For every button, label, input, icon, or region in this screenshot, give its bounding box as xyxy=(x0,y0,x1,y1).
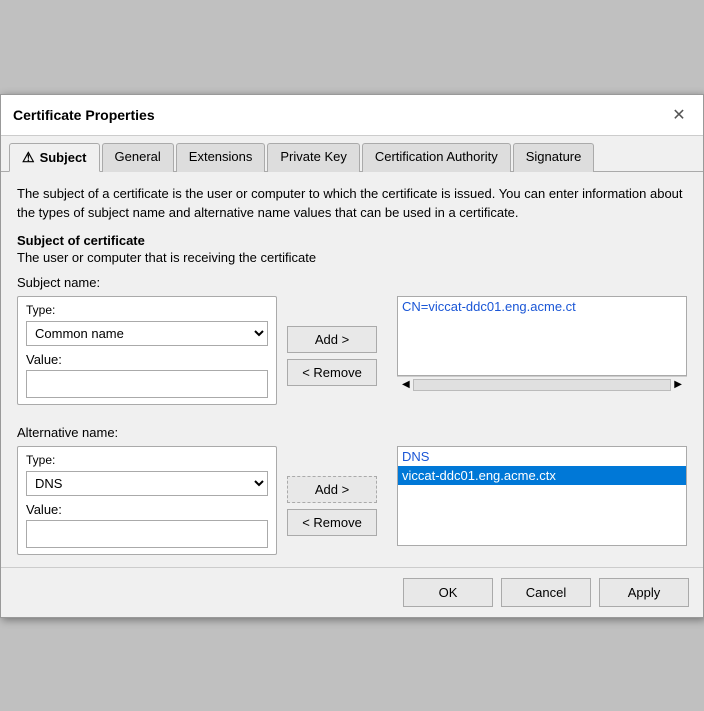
alt-list-panel: DNS viccat-ddc01.eng.acme.ctx xyxy=(397,446,687,546)
title-bar: Certificate Properties ✕ xyxy=(1,95,703,136)
ok-button[interactable]: OK xyxy=(403,578,493,607)
scroll-left-icon[interactable]: ◀ xyxy=(399,379,413,390)
alt-name-row: Type: DNS Email UPN IP address Value: Ad… xyxy=(17,446,687,555)
subject-buttons-panel: Add > < Remove xyxy=(287,296,387,386)
tab-general-label: General xyxy=(115,149,161,164)
alt-left-panel: Type: DNS Email UPN IP address Value: xyxy=(17,446,277,555)
tab-subject[interactable]: ⚠ Subject xyxy=(9,143,100,172)
alt-list-box[interactable]: DNS viccat-ddc01.eng.acme.ctx xyxy=(397,446,687,546)
apply-button[interactable]: Apply xyxy=(599,578,689,607)
alt-value-label: Value: xyxy=(26,502,268,517)
bottom-bar: OK Cancel Apply xyxy=(1,567,703,617)
alt-list-header: DNS xyxy=(398,447,686,466)
certificate-properties-dialog: Certificate Properties ✕ ⚠ Subject Gener… xyxy=(0,94,704,618)
alt-remove-button[interactable]: < Remove xyxy=(287,509,377,536)
warning-icon: ⚠ xyxy=(22,149,35,166)
subject-name-row: Type: Common name Organization Organizat… xyxy=(17,296,687,405)
tab-general[interactable]: General xyxy=(102,143,174,172)
subject-type-group: Type: Common name Organization Organizat… xyxy=(17,296,277,405)
tab-private-key-label: Private Key xyxy=(280,149,346,164)
subject-value-label: Value: xyxy=(26,352,268,367)
subject-value-input[interactable] xyxy=(26,370,268,398)
alt-buttons-panel: Add > < Remove xyxy=(287,446,387,536)
scroll-right-icon[interactable]: ▶ xyxy=(671,379,685,390)
tab-subject-label: Subject xyxy=(40,150,87,165)
tab-content: The subject of a certificate is the user… xyxy=(1,172,703,567)
subject-type-select[interactable]: Common name Organization Organizational … xyxy=(26,321,268,346)
description-text: The subject of a certificate is the user… xyxy=(17,184,687,223)
tab-extensions-label: Extensions xyxy=(189,149,253,164)
tab-signature-label: Signature xyxy=(526,149,582,164)
dialog-title: Certificate Properties xyxy=(13,107,155,123)
tab-cert-authority-label: Certification Authority xyxy=(375,149,498,164)
tab-extensions[interactable]: Extensions xyxy=(176,143,266,172)
tab-private-key[interactable]: Private Key xyxy=(267,143,359,172)
scroll-track[interactable] xyxy=(413,379,672,391)
subject-list-scrollbar: ◀ ▶ xyxy=(397,376,687,393)
alt-value-input[interactable] xyxy=(26,520,268,548)
alt-type-label: Type: xyxy=(26,453,268,467)
alt-add-button[interactable]: Add > xyxy=(287,476,377,503)
subject-of-cert-title: Subject of certificate xyxy=(17,233,687,248)
tab-signature[interactable]: Signature xyxy=(513,143,595,172)
subject-remove-button[interactable]: < Remove xyxy=(287,359,377,386)
subject-list-item: CN=viccat-ddc01.eng.acme.ct xyxy=(398,297,686,316)
alt-list-selected-item: viccat-ddc01.eng.acme.ctx xyxy=(398,466,686,485)
alt-name-label: Alternative name: xyxy=(17,425,687,440)
close-button[interactable]: ✕ xyxy=(667,103,691,127)
subject-of-cert-sub: The user or computer that is receiving t… xyxy=(17,250,687,265)
tab-cert-authority[interactable]: Certification Authority xyxy=(362,143,511,172)
alt-type-select[interactable]: DNS Email UPN IP address xyxy=(26,471,268,496)
subject-list-panel: CN=viccat-ddc01.eng.acme.ct ◀ ▶ xyxy=(397,296,687,393)
subject-list-box[interactable]: CN=viccat-ddc01.eng.acme.ct xyxy=(397,296,687,376)
alt-type-group: Type: DNS Email UPN IP address Value: xyxy=(17,446,277,555)
tab-bar: ⚠ Subject General Extensions Private Key… xyxy=(1,136,703,172)
subject-name-label: Subject name: xyxy=(17,275,687,290)
subject-add-button[interactable]: Add > xyxy=(287,326,377,353)
subject-type-label: Type: xyxy=(26,303,268,317)
subject-left-panel: Type: Common name Organization Organizat… xyxy=(17,296,277,405)
cancel-button[interactable]: Cancel xyxy=(501,578,591,607)
